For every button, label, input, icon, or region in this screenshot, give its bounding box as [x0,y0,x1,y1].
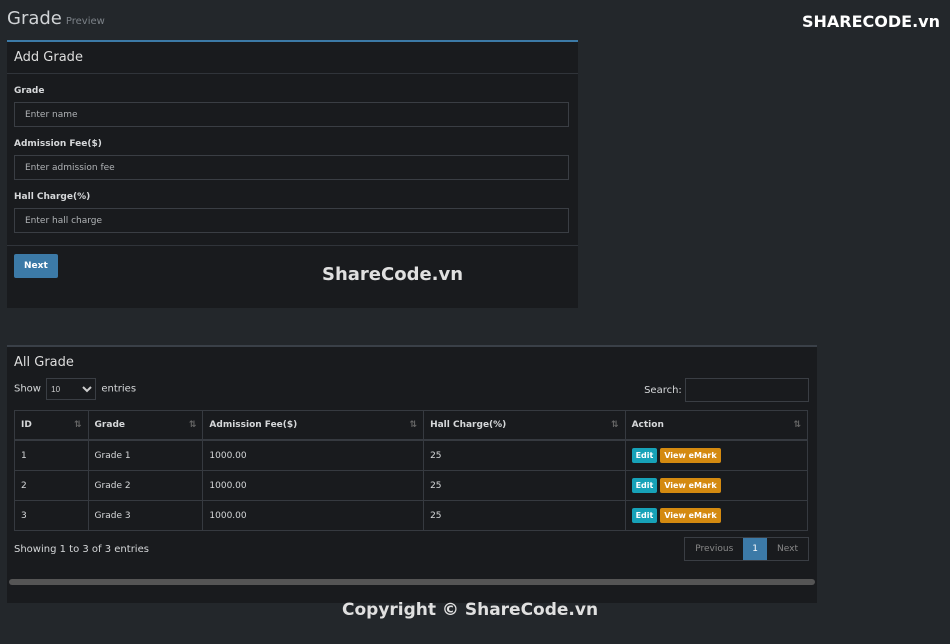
action-cell: Edit View eMark [624,500,809,531]
column-header[interactable]: Grade ⇅ [87,410,204,441]
table-cell: 25 [423,439,626,471]
table-row: 2 Grade 2 1000.00 25 Edit View eMark [14,470,809,501]
card-title: Add Grade [7,42,578,74]
entries-label: entries [101,383,137,395]
show-label: Show [14,383,41,395]
grade-input[interactable] [14,102,569,127]
table-cell: 25 [423,470,626,501]
table-cell: Grade 1 [87,439,204,471]
table-cell: 2 [14,470,89,501]
table-cell: 1000.00 [202,439,425,471]
column-label: Hall Charge(%) [430,420,507,430]
page-subtitle: Preview [65,16,105,27]
table-cell: 25 [423,500,626,531]
next-button[interactable]: Next [14,254,58,278]
grade-label: Grade [14,86,45,96]
table-cell: Grade 3 [87,500,204,531]
entries-select[interactable]: 10 [46,378,97,400]
table-info: Showing 1 to 3 of 3 entries [14,544,149,555]
column-label: Admission Fee($) [209,420,298,430]
edit-button[interactable]: Edit [631,478,658,493]
table-row: 1 Grade 1 1000.00 25 Edit View eMark [14,439,809,471]
copyright: Copyright © ShareCode.vn [342,600,599,620]
horizontal-scrollbar[interactable] [9,579,815,585]
title-text: Grade [7,8,62,29]
column-header[interactable]: Hall Charge(%) ⇅ [423,410,626,441]
sort-icon: ⇅ [74,420,82,430]
edit-button[interactable]: Edit [631,448,658,463]
search-input[interactable] [685,378,809,402]
table-cell: 1000.00 [202,470,425,501]
column-header[interactable]: Admission Fee($) ⇅ [202,410,425,441]
table-row: 3 Grade 3 1000.00 25 Edit View eMark [14,500,809,531]
admission-fee-label: Admission Fee($) [14,139,102,149]
watermark: ShareCode.vn [322,264,464,285]
column-header[interactable]: ID ⇅ [14,410,89,441]
previous-button[interactable]: Previous [685,538,743,560]
table-cell: Grade 2 [87,470,204,501]
all-grade-card: All Grade Show 10 entries Search: ID ⇅ Gra… [7,345,817,603]
next-page-button[interactable]: Next [767,538,808,560]
view-emark-button[interactable]: View eMark [660,508,721,523]
action-cell: Edit View eMark [624,470,809,501]
page-title: Grade Preview [7,8,105,29]
table-cell: 3 [14,500,89,531]
admission-fee-input[interactable] [14,155,569,180]
page-1-button[interactable]: 1 [743,538,768,560]
action-cell: Edit View eMark [624,439,809,471]
column-label: Action [631,420,664,430]
table-cell: 1 [14,439,89,471]
sort-icon: ⇅ [188,420,197,430]
sort-icon: ⇅ [409,420,418,430]
search-label: Search: [644,385,682,396]
hall-charge-label: Hall Charge(%) [14,192,91,202]
sharecode-logo: SHARECODE.vn [802,12,940,31]
column-header[interactable]: Action ⇅ [624,410,809,441]
view-emark-button[interactable]: View eMark [660,448,721,463]
sort-icon: ⇅ [611,420,619,430]
column-label: ID [21,420,32,430]
grades-table: ID ⇅ Grade ⇅ Admission Fee($) ⇅ Hall Charge(%)… [14,410,809,531]
table-cell: 1000.00 [202,500,425,531]
column-label: Grade [94,420,125,430]
card-title: All Grade [14,355,74,370]
view-emark-button[interactable]: View eMark [660,478,721,493]
hall-charge-input[interactable] [14,208,569,233]
edit-button[interactable]: Edit [631,508,658,523]
sort-icon: ⇅ [793,420,801,430]
add-grade-card: Add Grade Grade Admission Fee($) Hall Ch… [7,40,578,308]
